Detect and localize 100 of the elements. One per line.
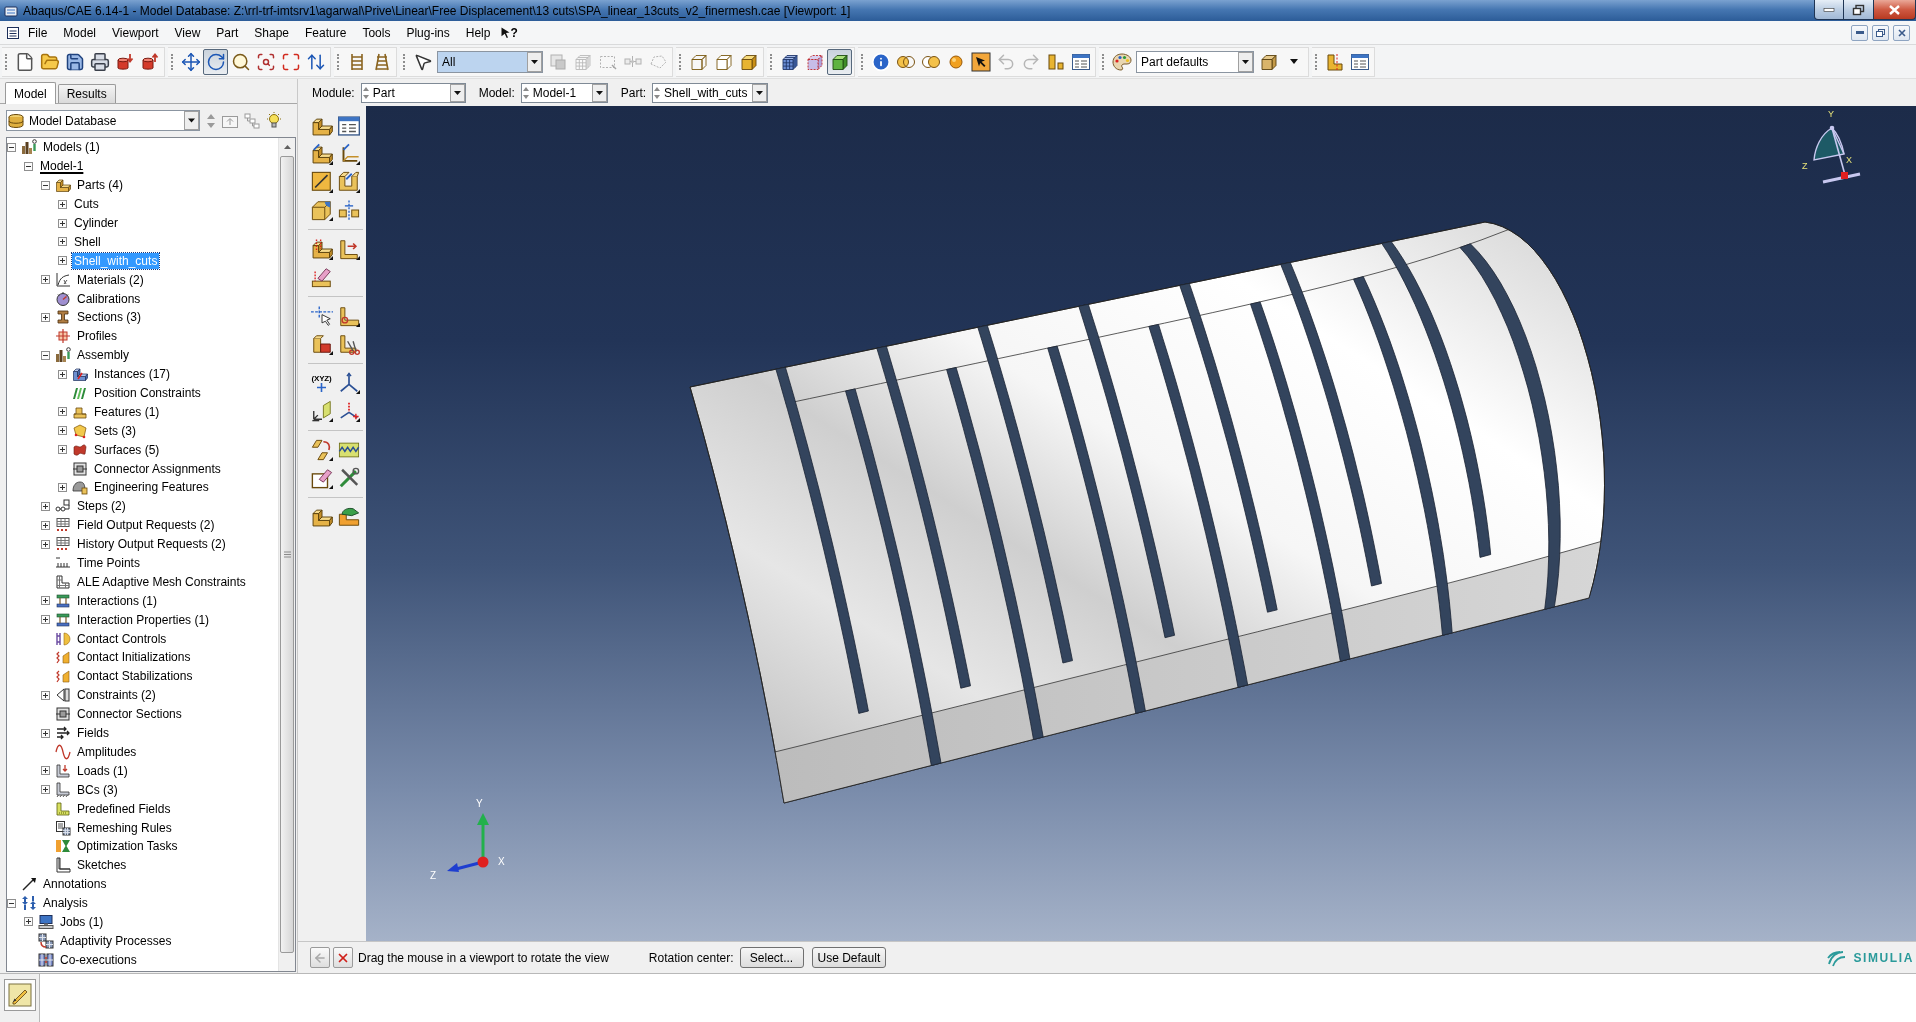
tree-item[interactable]: Materials (2) <box>75 271 146 288</box>
menu-item[interactable]: File <box>20 23 56 42</box>
tree-item[interactable]: Profiles <box>75 328 119 345</box>
tree-item[interactable]: Contact Controls <box>75 630 169 647</box>
plus-box-icon[interactable] <box>58 426 67 436</box>
plus-box-icon[interactable] <box>58 369 67 379</box>
tree-item[interactable]: Fields <box>75 725 111 742</box>
minus-box-icon[interactable] <box>24 161 33 171</box>
tree-item[interactable]: Features (1) <box>92 403 162 420</box>
context-help-button[interactable]: ? <box>498 25 521 40</box>
tree-item[interactable]: Connector Sections <box>75 706 184 723</box>
toolbar-dropdown[interactable]: All <box>437 50 543 73</box>
plus-box-icon[interactable] <box>41 596 50 606</box>
toolbar-button[interactable] <box>203 48 228 75</box>
minus-box-icon[interactable] <box>41 180 50 190</box>
menu-item[interactable]: Part <box>208 23 247 42</box>
plus-box-icon[interactable] <box>41 690 50 700</box>
tree-item[interactable]: Steps (2) <box>75 498 128 515</box>
light-bulb-icon[interactable] <box>266 111 282 130</box>
menu-item[interactable]: Viewport <box>104 23 167 42</box>
tree-item[interactable]: Constraints (2) <box>75 687 158 704</box>
tree-item[interactable]: ALE Adaptive Mesh Constraints <box>75 573 248 590</box>
minus-box-icon[interactable] <box>7 898 16 908</box>
message-tab-button[interactable] <box>4 979 36 1011</box>
tree-item[interactable]: Remeshing Rules <box>75 819 174 836</box>
prompt-button[interactable]: Use Default <box>811 947 887 968</box>
plus-box-icon[interactable] <box>41 785 50 795</box>
tree-item[interactable]: BCs (3) <box>75 781 120 798</box>
minus-box-icon[interactable] <box>41 350 50 360</box>
tree-item[interactable]: Parts (4) <box>75 177 125 194</box>
menu-item[interactable]: View <box>166 23 209 42</box>
menu-item[interactable]: Tools <box>354 23 399 42</box>
menu-item[interactable]: Help <box>457 23 499 42</box>
plus-box-icon[interactable] <box>58 445 67 455</box>
plus-box-icon[interactable] <box>41 520 50 530</box>
toolbox-button[interactable] <box>308 437 335 463</box>
minimize-button[interactable] <box>1814 0 1844 20</box>
tree-item[interactable]: Amplitudes <box>75 743 139 760</box>
viewport[interactable]: Y Z X Y Z X <box>366 106 1916 941</box>
tree-item[interactable]: Sets (3) <box>92 422 138 439</box>
tree-item[interactable]: Sections (3) <box>75 309 144 326</box>
tree-item[interactable]: Models (1) <box>41 139 102 156</box>
tree-item[interactable]: Jobs (1) <box>58 913 106 930</box>
tree-item[interactable]: Sketches <box>75 857 129 874</box>
tree-item[interactable]: Predefined Fields <box>75 800 173 817</box>
tree-item[interactable]: Co-executions <box>58 951 139 968</box>
tree-item[interactable]: Cylinder <box>72 215 120 231</box>
minimize-button[interactable] <box>1851 24 1868 41</box>
toolbox-button[interactable] <box>335 169 362 195</box>
menu-item[interactable]: Plug-ins <box>398 23 458 42</box>
database-dropdown[interactable]: Model Database <box>6 110 200 131</box>
close-button[interactable] <box>1893 24 1910 41</box>
tree-item[interactable]: Calibrations <box>75 290 143 307</box>
plus-box-icon[interactable] <box>41 766 50 776</box>
tree-item[interactable]: Shell <box>72 233 103 250</box>
tree-item[interactable]: Surfaces (5) <box>92 441 162 458</box>
cancel-button[interactable] <box>333 947 353 968</box>
menu-item[interactable]: Model <box>55 23 105 42</box>
tree-item[interactable]: Interactions (1) <box>75 592 160 609</box>
prompt-button[interactable]: Select... <box>739 947 804 968</box>
point-tool-button[interactable]: (XYZ) <box>308 370 335 396</box>
toolbar-dropdown[interactable]: Part defaults <box>1136 50 1254 73</box>
tree-item[interactable]: Time Points <box>75 555 142 572</box>
plus-box-icon[interactable] <box>41 275 50 285</box>
context-dropdown[interactable]: Part <box>360 82 466 103</box>
menu-item[interactable]: Shape <box>246 23 298 42</box>
tree-item[interactable]: Annotations <box>41 876 109 893</box>
tree-item[interactable]: History Output Requests (2) <box>75 536 228 553</box>
tree-item[interactable]: Optimization Tasks <box>75 838 180 855</box>
plus-box-icon[interactable] <box>58 482 67 492</box>
panel-tab[interactable]: Model <box>5 82 56 104</box>
restore-button[interactable] <box>1872 24 1889 41</box>
tree-item[interactable]: Cuts <box>72 196 101 213</box>
tree-item[interactable]: Model-1 <box>38 158 86 175</box>
plus-box-icon[interactable] <box>41 615 50 625</box>
tree-item[interactable]: Connector Assignments <box>92 460 223 477</box>
tree-item[interactable]: Interaction Properties (1) <box>75 611 212 628</box>
plus-box-icon[interactable] <box>58 237 67 247</box>
tree-item[interactable]: Engineering Features <box>92 479 211 496</box>
plus-box-icon[interactable] <box>58 407 67 417</box>
plus-box-icon[interactable] <box>58 218 67 228</box>
plus-box-icon[interactable] <box>58 256 67 266</box>
tree-item[interactable]: Contact Initializations <box>75 649 193 666</box>
plus-box-icon[interactable] <box>41 728 50 738</box>
tree-nodes-icon[interactable] <box>244 112 260 129</box>
tree-item[interactable]: Loads (1) <box>75 762 130 779</box>
minus-box-icon[interactable] <box>7 142 16 152</box>
plus-box-icon[interactable] <box>24 917 33 927</box>
panel-tab[interactable]: Results <box>57 84 116 103</box>
tree-item[interactable]: Contact Stabilizations <box>75 668 195 685</box>
tree-item[interactable]: Adaptivity Processes <box>58 932 174 949</box>
restore-button[interactable] <box>1844 0 1874 20</box>
tree-item[interactable]: Analysis <box>41 895 90 912</box>
tree-item[interactable]: Field Output Requests (2) <box>75 517 217 534</box>
menu-item[interactable]: Feature <box>297 23 355 42</box>
context-dropdown[interactable]: Shell_with_cuts <box>652 82 769 103</box>
context-dropdown[interactable]: Model-1 <box>520 82 608 103</box>
plus-box-icon[interactable] <box>41 312 50 322</box>
toolbar-button[interactable] <box>827 48 852 75</box>
tree-item[interactable]: Position Constraints <box>92 385 203 401</box>
